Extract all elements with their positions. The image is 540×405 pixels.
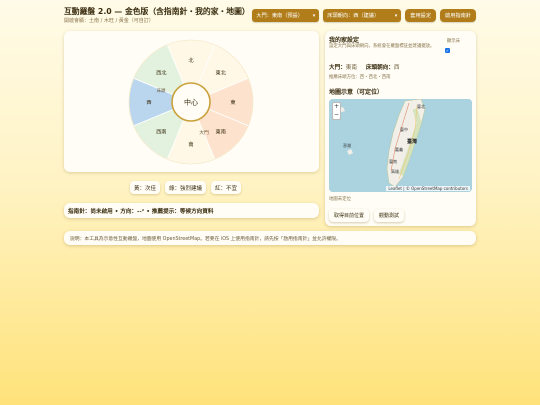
map-view[interactable]: 臺北 臺中 嘉義 臺南 高雄 臺灣 澎湖 金門 + − Leaflet | © … bbox=[329, 99, 472, 192]
legend-red: 紅：不宜 bbox=[211, 181, 242, 194]
bed-label: 床頭朝向： bbox=[365, 65, 394, 71]
center-label: 中心 bbox=[184, 98, 198, 107]
locate-button[interactable]: 取得目前位置 bbox=[329, 209, 370, 222]
zoom-in-button[interactable]: + bbox=[333, 103, 340, 111]
map-label-tainan: 臺南 bbox=[389, 158, 397, 164]
door-select-value: 大門：東南（預設） bbox=[256, 13, 303, 19]
bed-marker: 床頭 bbox=[157, 87, 166, 94]
compass-sector-label: 南 bbox=[188, 140, 193, 148]
bed-recommendation: 推薦床頭方位：西・西北・西南 bbox=[329, 75, 391, 80]
map-label-taiwan: 臺灣 bbox=[407, 138, 417, 145]
compass-sector-label: 北 bbox=[188, 56, 194, 64]
compass-sector-label: 西北 bbox=[156, 68, 167, 76]
map-status: 地圖未定位 bbox=[329, 197, 351, 202]
compass-sector-label: 東北 bbox=[216, 68, 227, 76]
compass-sector-label: 西南 bbox=[156, 128, 166, 136]
map-attribution[interactable]: Leaflet | © OpenStreetMap contributors bbox=[386, 186, 470, 191]
apply-settings-button[interactable]: 套用設定 bbox=[405, 9, 437, 22]
bed-select[interactable]: 床頭朝向：西（建議） ▾ bbox=[323, 9, 402, 22]
pan-test-button[interactable]: 觀動測試 bbox=[374, 209, 405, 222]
map-label-taichung: 臺中 bbox=[400, 126, 408, 132]
compass-dial[interactable]: 北東北東東南南 西南 西 西北 中心 大門 床頭 bbox=[64, 31, 319, 172]
compass-panel: 北東北東東南南 西南 西 西北 中心 大門 床頭 bbox=[64, 31, 319, 172]
door-value: 東南 bbox=[345, 65, 357, 71]
map-label-chiayi: 嘉義 bbox=[395, 146, 403, 152]
legend-yellow: 黃：次佳 bbox=[130, 181, 161, 194]
zoom-out-button[interactable]: − bbox=[333, 111, 340, 119]
app-header: 互動羅盤 2.0 — 金色版（含指南針・我的家・地圖） 開啟會顯：土南 / 木旺… bbox=[64, 7, 476, 27]
home-settings-description: 設定大門與床頭朝向，系統會在羅盤標註並建議擺放。 bbox=[329, 44, 435, 49]
toolbar: 大門：東南（預設） ▾ 床頭朝向：西（建議） ▾ 套用設定 啟用指南針 bbox=[252, 9, 476, 22]
map-label-kaohsiung: 高雄 bbox=[391, 168, 399, 174]
chevron-down-icon: ▾ bbox=[394, 12, 398, 19]
map-label-penghu: 澎湖 bbox=[343, 142, 351, 148]
show-bed-checkbox[interactable]: ✓ bbox=[445, 48, 450, 53]
direction-summary: 大門：東南 床頭朝向：西 bbox=[329, 63, 400, 71]
map-zoom-control: + − bbox=[332, 102, 341, 120]
map-canvas[interactable]: 臺北 臺中 嘉義 臺南 高雄 臺灣 澎湖 金門 bbox=[329, 99, 472, 192]
bed-value: 西 bbox=[393, 65, 400, 71]
compass-sector-label: 東南 bbox=[216, 128, 226, 136]
home-settings-title: 我的家設定 bbox=[329, 37, 360, 44]
home-settings-panel: 我的家設定 設定大門與床頭朝向，系統會在羅盤標註並建議擺放。 顯示床 ✓ 大門：… bbox=[325, 31, 476, 226]
compass-sector-label: 東 bbox=[230, 98, 235, 106]
door-select[interactable]: 大門：東南（預設） ▾ bbox=[252, 9, 320, 22]
map-label-taipei: 臺北 bbox=[417, 103, 425, 109]
enable-compass-button[interactable]: 啟用指南針 bbox=[440, 9, 476, 22]
legend: 黃：次佳 綠：強烈建議 紅：不宜 bbox=[130, 181, 242, 194]
compass-status: 指南針：尚未啟用 • 方向：--° • 推薦提示：等候方向資料 bbox=[64, 203, 319, 218]
door-label: 大門： bbox=[329, 65, 346, 71]
map-title: 地圖示意（可定位） bbox=[329, 89, 384, 96]
usage-note: 說明：本工具為示意性互動羅盤，地圖使用 OpenStreetMap。若要在 iO… bbox=[64, 231, 476, 245]
compass-sector-label: 西 bbox=[146, 99, 151, 106]
bed-select-value: 床頭朝向：西（建議） bbox=[327, 13, 380, 19]
door-marker: 大門 bbox=[199, 129, 209, 136]
chevron-down-icon: ▾ bbox=[312, 12, 316, 19]
legend-green: 綠：強烈建議 bbox=[165, 181, 207, 194]
map-actions: 取得目前位置 觀動測試 bbox=[329, 209, 405, 222]
show-bed-label: 顯示床 bbox=[446, 39, 460, 44]
